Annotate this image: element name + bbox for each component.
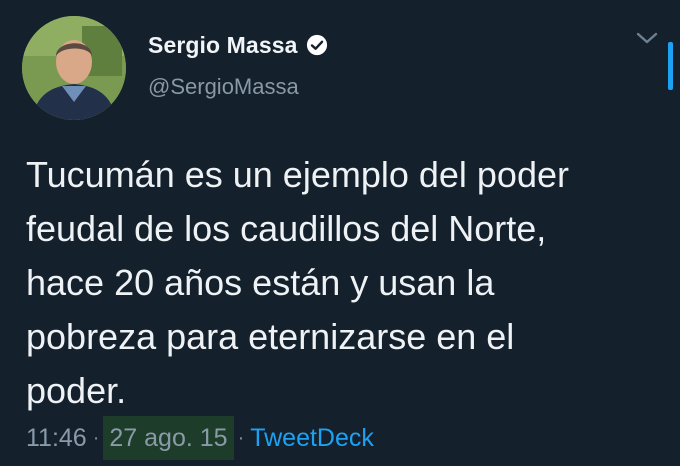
tweet-text: Tucumán es un ejemplo del poder feudal d… <box>26 154 569 411</box>
scroll-indicator <box>668 42 673 90</box>
chevron-down-icon[interactable] <box>634 28 660 48</box>
user-handle[interactable]: @SergioMassa <box>148 74 299 100</box>
meta-separator-2: · <box>237 426 245 449</box>
avatar-photo-icon <box>22 16 126 120</box>
name-row: Sergio Massa <box>148 28 328 62</box>
tweet-card: Sergio Massa @SergioMassa Tucumán es un … <box>0 0 680 466</box>
tweet-source-link[interactable]: TweetDeck <box>250 424 374 453</box>
display-name[interactable]: Sergio Massa <box>148 32 298 59</box>
tweet-time[interactable]: 11:46 <box>26 424 87 453</box>
meta-separator: · <box>92 426 100 449</box>
tweet-meta: 11:46 · 27 ago. 15 · TweetDeck <box>26 416 374 460</box>
tweet-date[interactable]: 27 ago. 15 <box>103 416 234 460</box>
verified-badge-icon <box>306 34 328 56</box>
avatar[interactable] <box>22 16 126 120</box>
tweet-date-label: 27 ago. 15 <box>109 424 228 452</box>
